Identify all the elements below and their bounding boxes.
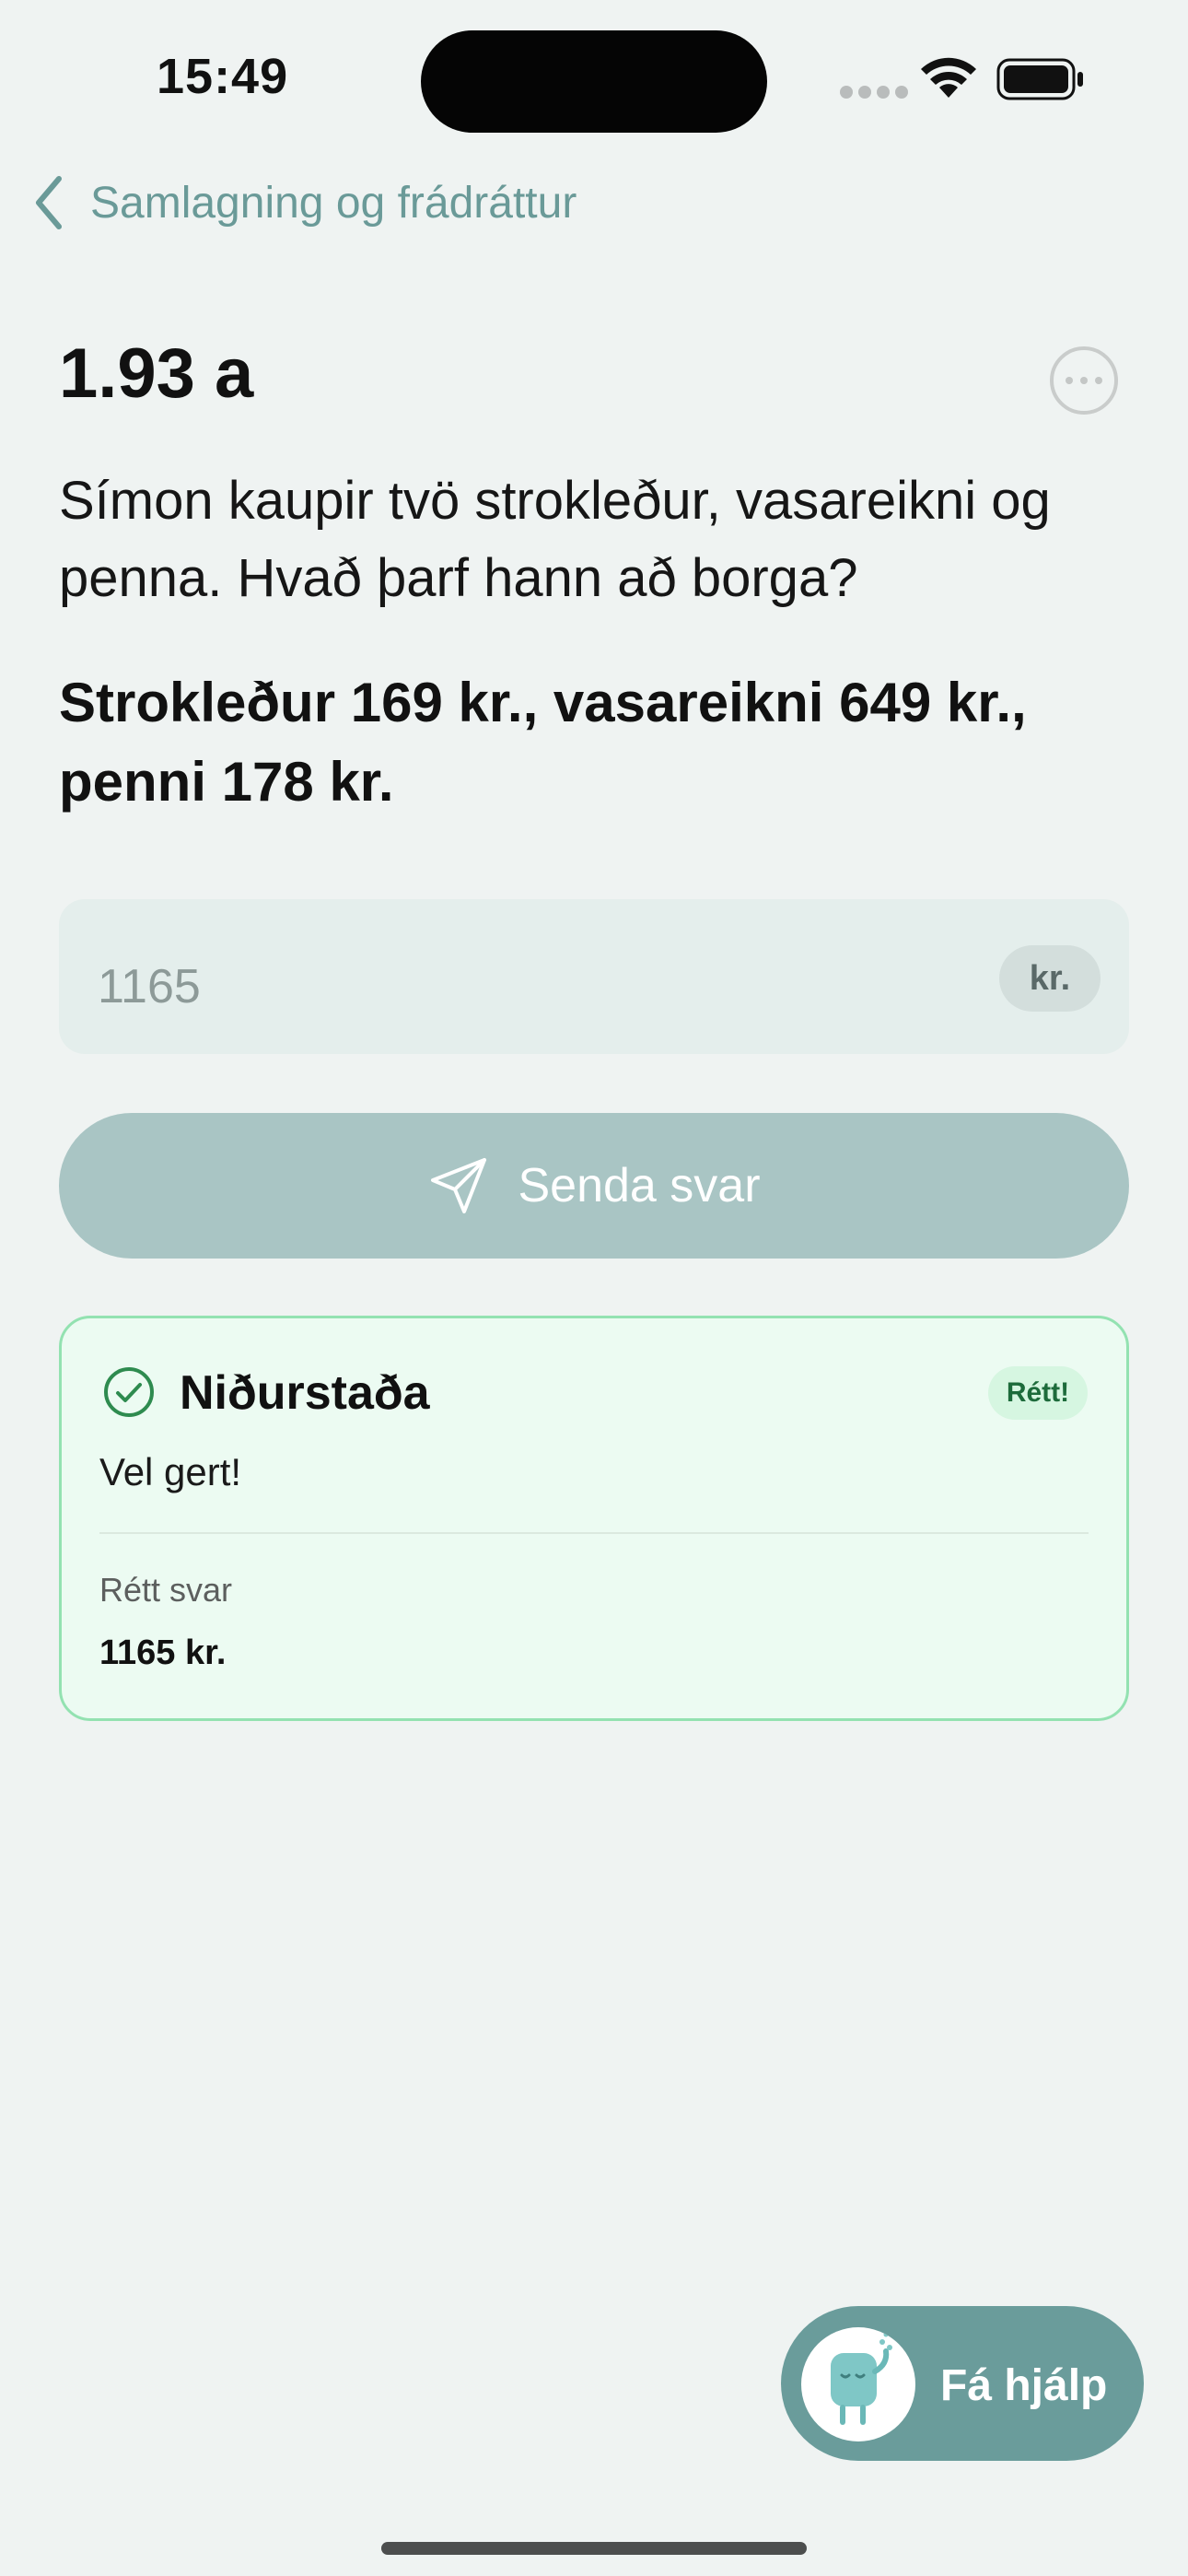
get-help-label: Fá hjálp <box>940 2361 1108 2410</box>
ellipsis-icon <box>1066 377 1073 384</box>
status-time: 15:49 <box>157 49 289 104</box>
back-label: Samlagning og frádráttur <box>90 178 577 228</box>
correct-answer-value: 1165 kr. <box>99 1633 227 1672</box>
status-badge: Rétt! <box>988 1366 1088 1420</box>
answer-value: 1165 <box>98 960 201 1013</box>
submit-label: Senda svar <box>518 1159 761 1212</box>
dynamic-island <box>421 30 767 133</box>
cellular-signal-icon <box>840 86 908 99</box>
home-indicator[interactable] <box>381 2542 807 2555</box>
chevron-left-icon <box>36 176 62 229</box>
send-icon <box>431 1158 487 1213</box>
question-text: Símon kaupir tvö strokleður, vasareikni … <box>59 471 1051 608</box>
battery-icon <box>996 58 1083 100</box>
unit-badge: kr. <box>999 945 1101 1012</box>
correct-answer-label: Rétt svar <box>99 1571 233 1609</box>
exercise-title: 1.93 a <box>59 334 254 413</box>
feedback-text: Vel gert! <box>99 1450 242 1493</box>
givens-text: Strokleður 169 kr., vasareikni 649 kr., … <box>59 672 1027 813</box>
divider <box>99 1532 1089 1534</box>
result-title: Niðurstaða <box>180 1366 430 1420</box>
wifi-icon <box>921 57 976 98</box>
mascot-icon <box>801 2327 915 2441</box>
check-circle-icon <box>104 1367 154 1417</box>
back-button[interactable]: Samlagning og frádráttur <box>33 175 577 230</box>
submit-answer-button[interactable]: Senda svar <box>59 1113 1129 1259</box>
answer-input[interactable] <box>59 899 1129 1054</box>
more-options-button[interactable] <box>1050 346 1118 415</box>
